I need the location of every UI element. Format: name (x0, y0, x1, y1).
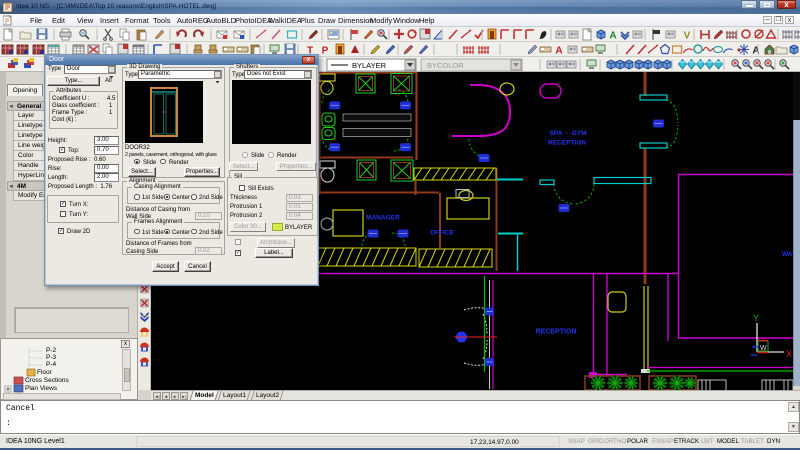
svg-text:BYCOLOR: BYCOLOR (427, 61, 464, 70)
svg-text:A: A (555, 46, 562, 57)
svg-text:SPA - GYM: SPA - GYM (549, 130, 586, 137)
svg-text:RECEPTION: RECEPTION (548, 140, 586, 147)
svg-text:P: P (322, 46, 329, 57)
svg-text:OFFICE: OFFICE (430, 230, 454, 237)
svg-text:RECEPTION: RECEPTION (536, 329, 577, 336)
svg-text:X: X (786, 349, 792, 359)
svg-text:W: W (760, 345, 767, 352)
svg-text:A: A (752, 46, 759, 57)
svg-text:V: V (684, 31, 691, 42)
svg-text:Y: Y (753, 313, 759, 323)
svg-text:BYLAYER: BYLAYER (352, 61, 387, 70)
svg-text:A: A (609, 31, 616, 42)
svg-text:WAT: WAT (782, 251, 793, 258)
svg-text:MANAGER: MANAGER (366, 215, 400, 222)
